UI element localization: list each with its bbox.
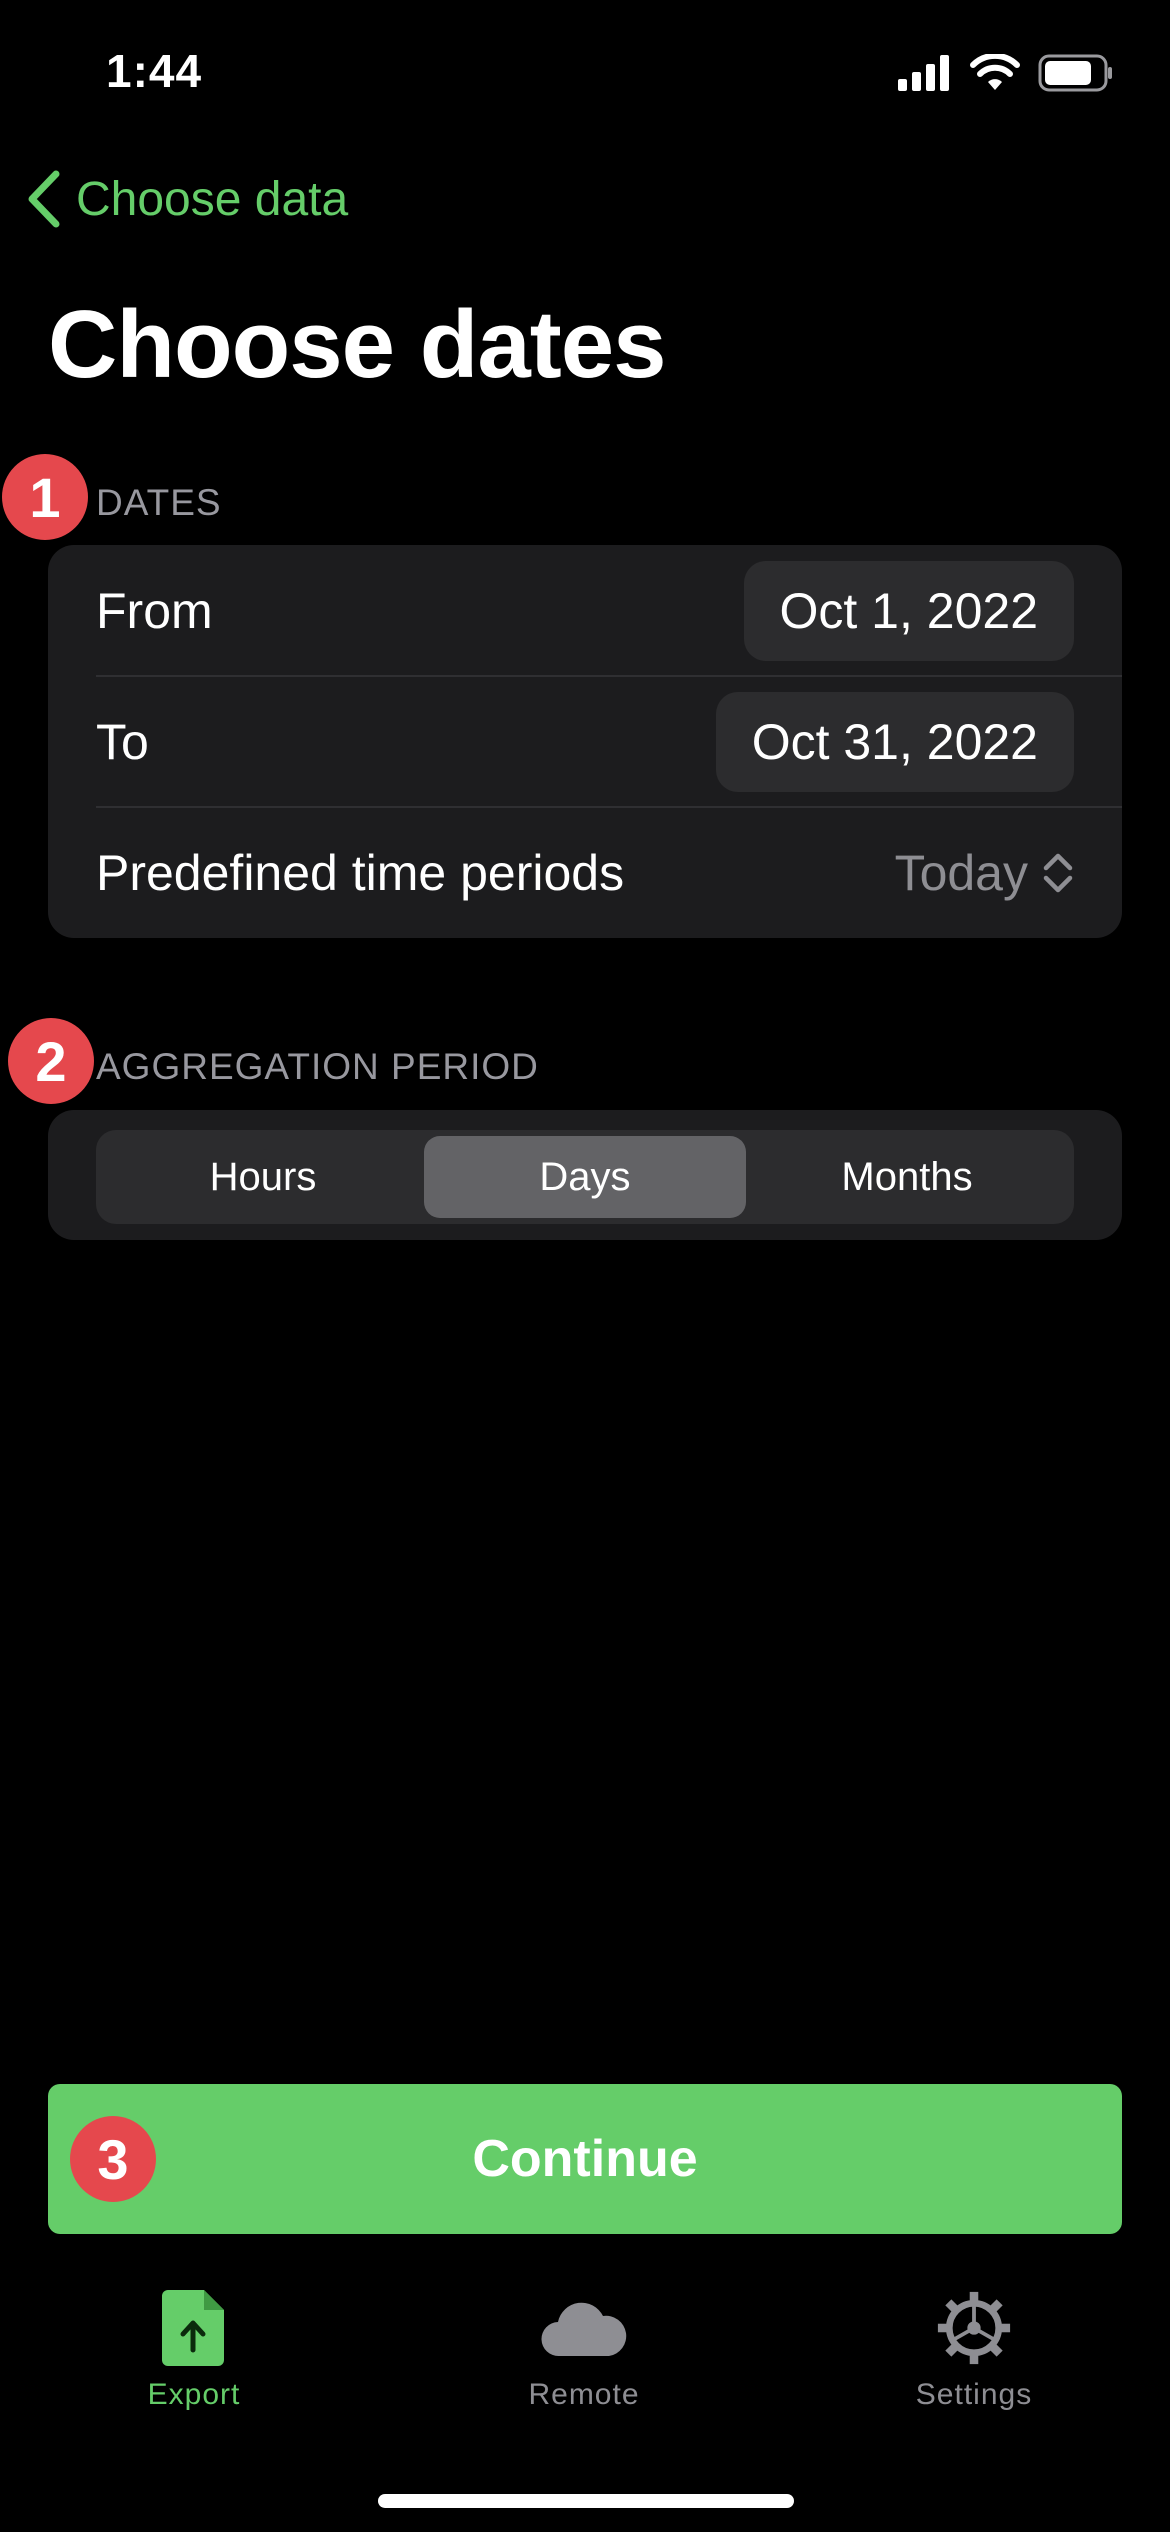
aggregation-card: Hours Days Months bbox=[48, 1110, 1122, 1240]
battery-icon bbox=[1038, 54, 1112, 92]
annotation-badge-1: 1 bbox=[2, 454, 88, 540]
status-icons bbox=[898, 54, 1114, 92]
predefined-periods-value: Today bbox=[894, 844, 1028, 901]
tab-export[interactable]: Export bbox=[74, 2290, 314, 2412]
tab-settings-label: Settings bbox=[915, 2378, 1033, 2411]
tab-export-label: Export bbox=[147, 2378, 241, 2411]
segment-days[interactable]: Days bbox=[424, 1136, 746, 1218]
tab-settings[interactable]: Settings bbox=[854, 2290, 1094, 2412]
annotation-badge-2: 2 bbox=[8, 1018, 94, 1104]
continue-button[interactable]: Continue bbox=[48, 2084, 1122, 2234]
cellular-signal-icon bbox=[898, 55, 949, 91]
predefined-periods-row[interactable]: Predefined time periods Today bbox=[48, 807, 1122, 938]
gear-icon bbox=[937, 2291, 1011, 2365]
chevron-up-down-icon bbox=[1043, 853, 1073, 892]
annotation-badge-3: 3 bbox=[70, 2116, 156, 2202]
dates-card: From Oct 1, 2022 To Oct 31, 2022 Predefi… bbox=[48, 545, 1122, 938]
predefined-periods-label: Predefined time periods bbox=[96, 844, 625, 901]
export-doc-icon bbox=[162, 2290, 224, 2366]
page-title: Choose dates bbox=[48, 291, 666, 398]
aggregation-section-header: AGGREGATION PERIOD bbox=[96, 1046, 539, 1087]
back-label: Choose data bbox=[76, 172, 349, 226]
wifi-icon bbox=[970, 54, 1020, 90]
tab-remote[interactable]: Remote bbox=[464, 2290, 704, 2412]
home-indicator bbox=[378, 2494, 794, 2508]
tab-bar: Export Remote Settings bbox=[0, 2290, 1170, 2440]
continue-label: Continue bbox=[472, 2130, 698, 2188]
to-date-picker[interactable]: Oct 31, 2022 bbox=[715, 691, 1074, 792]
predefined-periods-picker[interactable]: Today bbox=[895, 844, 1074, 902]
aggregation-segmented-control: Hours Days Months bbox=[96, 1130, 1074, 1224]
tab-remote-label: Remote bbox=[528, 2378, 640, 2411]
from-label: From bbox=[96, 582, 213, 639]
from-row: From Oct 1, 2022 bbox=[48, 545, 1122, 676]
back-button[interactable]: Choose data bbox=[26, 170, 348, 228]
segment-months[interactable]: Months bbox=[746, 1136, 1068, 1218]
segment-hours[interactable]: Hours bbox=[102, 1136, 424, 1218]
status-time: 1:44 bbox=[106, 45, 203, 97]
dates-section-header: DATES bbox=[96, 482, 222, 523]
chevron-left-icon bbox=[28, 170, 60, 228]
to-label: To bbox=[96, 713, 149, 770]
cloud-icon bbox=[541, 2302, 627, 2357]
from-date-picker[interactable]: Oct 1, 2022 bbox=[743, 560, 1074, 661]
to-row: To Oct 31, 2022 bbox=[48, 676, 1122, 807]
